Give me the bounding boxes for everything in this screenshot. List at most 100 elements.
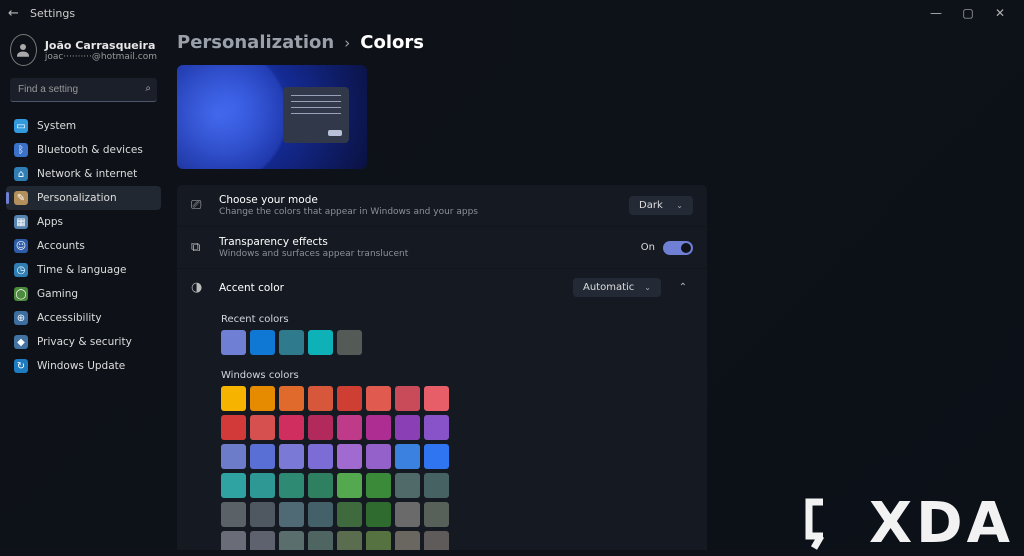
windows-colors-label: Windows colors: [177, 358, 707, 386]
color-swatch[interactable]: [221, 444, 246, 469]
color-swatch[interactable]: [250, 386, 275, 411]
color-swatch[interactable]: [395, 502, 420, 527]
color-swatch[interactable]: [308, 415, 333, 440]
color-swatch[interactable]: [366, 386, 391, 411]
color-swatch[interactable]: [337, 444, 362, 469]
maximize-button[interactable]: ▢: [952, 0, 984, 26]
nav-label: Accessibility: [37, 312, 102, 324]
collapse-button[interactable]: ⌃: [673, 282, 693, 293]
nav-icon: ↻: [14, 359, 28, 373]
nav-icon: ✎: [14, 191, 28, 205]
color-swatch[interactable]: [279, 502, 304, 527]
color-swatch[interactable]: [337, 531, 362, 550]
title-bar: ← Settings — ▢ ✕: [0, 0, 1024, 26]
sidebar-item-bluetooth-devices[interactable]: ᛒBluetooth & devices: [6, 138, 161, 162]
search-icon: ⌕: [145, 83, 151, 94]
color-swatch[interactable]: [250, 473, 275, 498]
color-swatch[interactable]: [366, 415, 391, 440]
back-button[interactable]: ←: [8, 6, 30, 21]
color-swatch[interactable]: [250, 415, 275, 440]
transparency-toggle[interactable]: On: [641, 241, 693, 255]
color-swatch[interactable]: [308, 473, 333, 498]
color-swatch[interactable]: [337, 415, 362, 440]
chevron-right-icon: ›: [344, 34, 350, 52]
profile-name: João Carrasqueira: [45, 39, 157, 52]
color-swatch[interactable]: [221, 473, 246, 498]
color-swatch[interactable]: [424, 415, 449, 440]
color-swatch[interactable]: [279, 386, 304, 411]
sidebar-item-network-internet[interactable]: ⌂Network & internet: [6, 162, 161, 186]
color-swatch[interactable]: [250, 444, 275, 469]
color-swatch[interactable]: [395, 415, 420, 440]
color-swatch[interactable]: [279, 415, 304, 440]
color-swatch[interactable]: [424, 473, 449, 498]
close-button[interactable]: ✕: [984, 0, 1016, 26]
color-swatch[interactable]: [279, 330, 304, 355]
profile-block[interactable]: João Carrasqueira joac··········@hotmail…: [6, 32, 161, 76]
sidebar-item-apps[interactable]: ▦Apps: [6, 210, 161, 234]
settings-panel: ⎚ Choose your mode Change the colors tha…: [177, 185, 707, 550]
color-swatch[interactable]: [221, 415, 246, 440]
color-swatch[interactable]: [308, 330, 333, 355]
nav-label: Privacy & security: [37, 336, 132, 348]
color-swatch[interactable]: [424, 444, 449, 469]
sidebar-item-accounts[interactable]: ☺Accounts: [6, 234, 161, 258]
sidebar-item-personalization[interactable]: ✎ Personalization: [6, 186, 161, 210]
color-swatch[interactable]: [337, 330, 362, 355]
nav-label: Personalization: [37, 192, 117, 204]
color-swatch[interactable]: [337, 386, 362, 411]
color-swatch[interactable]: [395, 531, 420, 550]
color-swatch[interactable]: [250, 502, 275, 527]
sidebar-item-accessibility[interactable]: ⊕ Accessibility: [6, 306, 161, 330]
sidebar-item-windows-update[interactable]: ↻ Windows Update: [6, 354, 161, 378]
nav-label: Windows Update: [37, 360, 125, 372]
color-swatch[interactable]: [395, 386, 420, 411]
color-swatch[interactable]: [366, 531, 391, 550]
search-container: ⌕: [10, 78, 157, 102]
transparency-row[interactable]: ⧉ Transparency effects Windows and surfa…: [177, 227, 707, 269]
color-swatch[interactable]: [424, 502, 449, 527]
choose-mode-row[interactable]: ⎚ Choose your mode Change the colors tha…: [177, 185, 707, 227]
color-swatch[interactable]: [337, 502, 362, 527]
toggle-switch[interactable]: [663, 241, 693, 255]
color-swatch[interactable]: [279, 444, 304, 469]
breadcrumb-parent[interactable]: Personalization: [177, 32, 334, 53]
color-swatch[interactable]: [424, 386, 449, 411]
color-swatch[interactable]: [366, 502, 391, 527]
mode-select[interactable]: Dark⌄: [629, 196, 693, 215]
color-swatch[interactable]: [221, 531, 246, 550]
recent-colors-grid: [177, 330, 587, 358]
sidebar-item-system[interactable]: ▭System: [6, 114, 161, 138]
color-swatch[interactable]: [221, 502, 246, 527]
sidebar-item-gaming[interactable]: ◯Gaming: [6, 282, 161, 306]
search-input[interactable]: [10, 78, 157, 102]
recent-colors-label: Recent colors: [177, 306, 707, 330]
nav-label: System: [37, 120, 76, 132]
choose-mode-title: Choose your mode: [219, 194, 617, 206]
color-swatch[interactable]: [250, 330, 275, 355]
accent-color-row[interactable]: ◑ Accent color Automatic⌄ ⌃: [177, 269, 707, 306]
color-swatch[interactable]: [308, 444, 333, 469]
nav-icon: ⊕: [14, 311, 28, 325]
color-swatch[interactable]: [395, 444, 420, 469]
color-swatch[interactable]: [366, 444, 391, 469]
color-swatch[interactable]: [279, 531, 304, 550]
sidebar-item-time-language[interactable]: ◷Time & language: [6, 258, 161, 282]
nav-label: Apps: [37, 216, 63, 228]
minimize-button[interactable]: —: [920, 0, 952, 26]
color-swatch[interactable]: [395, 473, 420, 498]
color-swatch[interactable]: [366, 473, 391, 498]
color-swatch[interactable]: [337, 473, 362, 498]
nav-label: Bluetooth & devices: [37, 144, 143, 156]
color-swatch[interactable]: [221, 386, 246, 411]
nav-label: Gaming: [37, 288, 78, 300]
color-swatch[interactable]: [221, 330, 246, 355]
color-swatch[interactable]: [308, 531, 333, 550]
color-swatch[interactable]: [250, 531, 275, 550]
color-swatch[interactable]: [308, 502, 333, 527]
accent-select[interactable]: Automatic⌄: [573, 278, 661, 297]
color-swatch[interactable]: [279, 473, 304, 498]
color-swatch[interactable]: [308, 386, 333, 411]
color-swatch[interactable]: [424, 531, 449, 550]
sidebar-item-privacy-security[interactable]: ◆Privacy & security: [6, 330, 161, 354]
